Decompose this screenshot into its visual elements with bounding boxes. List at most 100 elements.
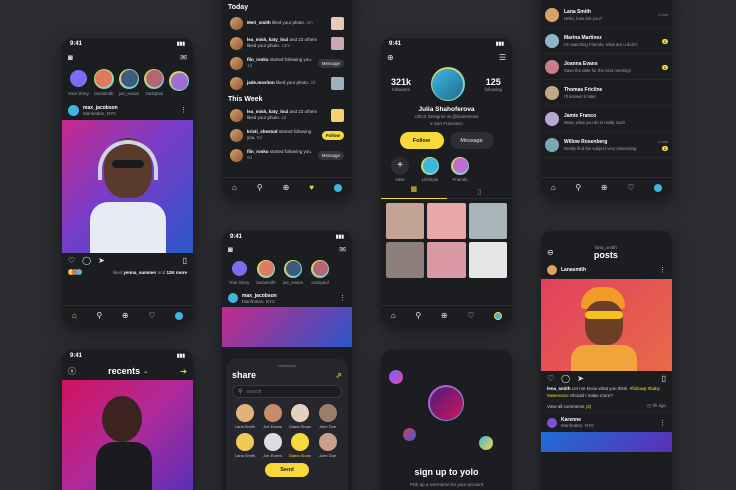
profile-tab-avatar[interactable] <box>175 311 184 320</box>
notification-item[interactable]: flin_rosko started following you. 1d Mess… <box>226 53 348 73</box>
notification-avatar[interactable] <box>230 128 243 142</box>
home-icon[interactable]: ⌂ <box>232 183 237 192</box>
chat-item[interactable]: Lana Smith Hello, how are you? 1 min <box>541 2 672 28</box>
story-item[interactable]: Your Story <box>228 260 250 285</box>
search-icon[interactable]: ⚲ <box>257 183 263 192</box>
notification-user[interactable]: Meri_smith <box>247 20 271 25</box>
follow-button[interactable]: Follow <box>399 132 444 149</box>
camera-icon[interactable]: ◙ <box>68 53 73 62</box>
message-button[interactable]: Message <box>317 150 344 160</box>
activity-heart-icon[interactable]: ♡ <box>467 311 474 320</box>
back-arrow-icon[interactable]: ⊖ <box>547 248 554 257</box>
recents-dropdown[interactable]: recents ⌄ <box>108 366 148 376</box>
notification-avatar[interactable] <box>230 36 243 50</box>
second-post-avatar[interactable] <box>547 417 557 428</box>
notification-item[interactable]: flin_rosko started following you. 6d Mess… <box>226 145 348 165</box>
comment-icon[interactable]: ◯ <box>82 256 91 265</box>
message-button[interactable]: Message <box>317 58 344 68</box>
notification-thumbnail[interactable] <box>331 108 344 122</box>
notification-item[interactable]: jade.moviton liked your photo. 2d <box>226 73 348 93</box>
share-contact[interactable]: Diana Sloan <box>287 433 313 458</box>
notification-avatar[interactable] <box>230 76 243 90</box>
notification-item[interactable]: lea_mish, katy_loui and 23 others liked … <box>226 105 348 125</box>
external-share-icon[interactable]: ⇗ <box>335 371 342 380</box>
view-comments-link[interactable]: View all comments (3) <box>547 404 591 409</box>
chat-avatar[interactable] <box>545 7 559 22</box>
story-item[interactable]: zackpaul <box>144 68 165 96</box>
more-options-icon[interactable]: ⋮ <box>659 266 666 274</box>
story-item[interactable]: lanasmith <box>255 259 277 285</box>
notification-avatar[interactable] <box>230 148 243 162</box>
notification-user[interactable]: kristi_shestod <box>247 129 278 134</box>
message-button[interactable]: Message <box>449 132 494 149</box>
close-icon[interactable]: ⓧ <box>68 366 76 377</box>
activity-heart-icon[interactable]: ♡ <box>148 311 155 320</box>
post-image[interactable] <box>541 279 672 371</box>
share-contact[interactable]: Diana Sloan <box>287 404 313 429</box>
notification-avatar[interactable] <box>230 56 243 70</box>
tab-saved[interactable]: ▯ <box>447 188 513 196</box>
search-icon[interactable]: ⚲ <box>575 183 581 192</box>
like-heart-icon[interactable]: ♡ <box>68 256 75 265</box>
like-heart-icon[interactable]: ♡ <box>547 374 554 383</box>
notification-user[interactable]: flin_rosko <box>247 149 269 154</box>
post-author-name[interactable]: Lanasmith <box>561 267 655 273</box>
chat-item[interactable]: Joanna Evans Save the date for the next m… <box>541 54 672 80</box>
chat-avatar[interactable] <box>545 85 559 100</box>
story-item[interactable] <box>169 71 190 93</box>
chat-item[interactable]: Thomas Fricline I'll answer it later. <box>541 80 672 106</box>
chat-avatar[interactable] <box>545 111 559 126</box>
share-contact[interactable]: John Doe <box>315 404 341 429</box>
comment-icon[interactable]: ◯ <box>561 374 570 383</box>
notification-user[interactable]: lea_mish, katy_loui <box>247 109 288 114</box>
notification-thumbnail[interactable] <box>331 36 344 50</box>
post-author-avatar[interactable] <box>228 293 238 303</box>
next-arrow-icon[interactable]: ➔ <box>180 367 187 376</box>
highlight-item[interactable]: + New <box>389 156 411 182</box>
notification-thumbnail[interactable] <box>331 16 344 30</box>
grid-photo[interactable] <box>386 242 425 278</box>
add-post-icon[interactable]: ⊕ <box>441 311 448 320</box>
add-post-icon[interactable]: ⊕ <box>283 183 290 192</box>
share-contact[interactable]: John Doe <box>315 433 341 458</box>
highlight-item[interactable]: Lifestyle <box>419 156 441 182</box>
add-post-icon[interactable]: ⊕ <box>122 311 129 320</box>
camera-icon[interactable]: ◙ <box>228 245 233 254</box>
post-author-avatar[interactable] <box>68 104 79 116</box>
notification-user[interactable]: lea_mish, katy_loui <box>247 37 288 42</box>
activity-heart-icon[interactable]: ♡ <box>627 183 634 192</box>
search-icon[interactable]: ⚲ <box>96 311 102 320</box>
home-icon[interactable]: ⌂ <box>551 183 556 192</box>
inbox-icon[interactable]: ✉ <box>180 53 187 62</box>
bookmark-icon[interactable]: ▯ <box>662 374 666 383</box>
grid-photo[interactable] <box>386 203 425 239</box>
home-icon[interactable]: ⌂ <box>391 311 396 320</box>
second-post-image[interactable] <box>541 432 672 452</box>
more-options-icon[interactable]: ⋮ <box>659 419 666 427</box>
story-item[interactable]: zackpaul <box>309 259 331 285</box>
post-image[interactable] <box>62 120 193 253</box>
chat-item[interactable]: Willow Rosenberg Really find the subject … <box>541 132 672 158</box>
sheet-handle[interactable] <box>278 365 296 367</box>
chat-avatar[interactable] <box>545 59 559 74</box>
grid-photo[interactable] <box>427 242 466 278</box>
more-options-icon[interactable]: ⋮ <box>180 106 187 114</box>
share-contact[interactable]: Lana Smith <box>232 433 258 458</box>
profile-avatar[interactable] <box>432 68 464 100</box>
notification-user[interactable]: flin_rosko <box>247 57 269 62</box>
notification-item[interactable]: lea_mish, katy_loui and 23 others liked … <box>226 33 348 53</box>
share-contact[interactable]: Joe Evans <box>260 404 286 429</box>
notification-avatar[interactable] <box>230 108 243 122</box>
share-icon[interactable]: ➤ <box>577 374 584 383</box>
share-search-input[interactable] <box>246 388 327 395</box>
share-search-box[interactable]: ⚲ <box>232 385 342 398</box>
post-author-avatar[interactable] <box>547 265 557 275</box>
home-icon[interactable]: ⌂ <box>72 311 77 320</box>
notification-avatar[interactable] <box>230 16 243 30</box>
inbox-icon[interactable]: ✉ <box>339 245 346 254</box>
profile-tab-avatar[interactable] <box>654 183 663 192</box>
follow-back-button[interactable]: Follow <box>321 130 344 140</box>
tab-grid[interactable]: ▦ <box>381 185 447 199</box>
recent-photo-preview[interactable] <box>62 380 193 490</box>
share-contact[interactable]: Lana Smith <box>232 404 258 429</box>
